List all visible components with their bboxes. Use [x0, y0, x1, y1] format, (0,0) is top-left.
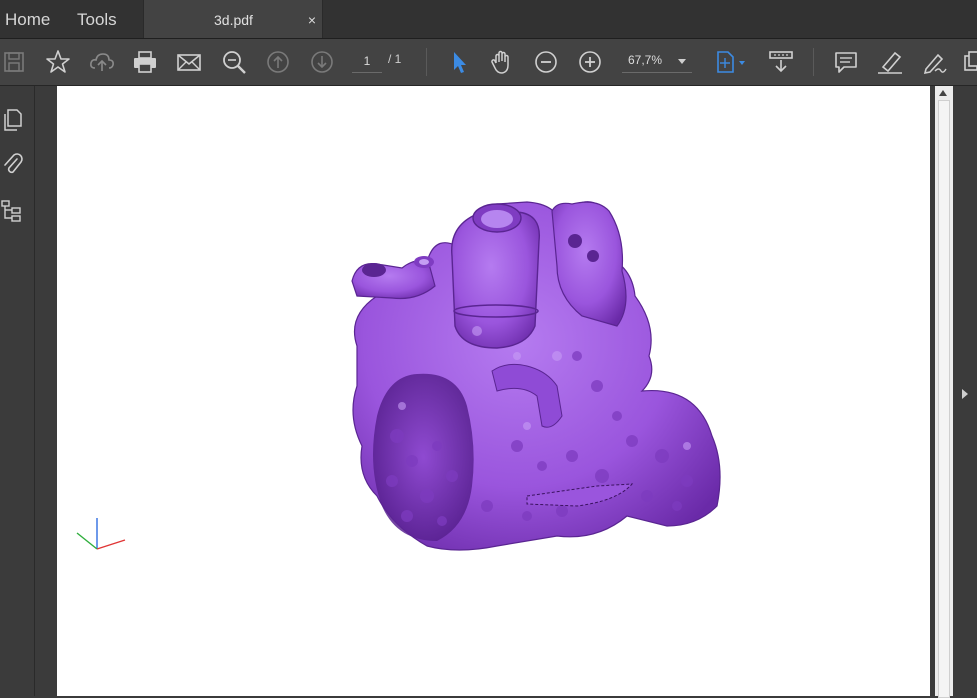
scroll-mode-icon[interactable]	[766, 47, 796, 77]
attachment-icon[interactable]	[0, 150, 26, 178]
next-page-icon[interactable]	[307, 47, 337, 77]
upload-cloud-icon[interactable]	[87, 47, 117, 77]
star-icon[interactable]	[43, 47, 73, 77]
scroll-up-arrow-icon[interactable]	[939, 90, 947, 96]
scroll-thumb[interactable]	[938, 100, 950, 698]
hand-tool-icon[interactable]	[487, 47, 517, 77]
zoom-dropdown[interactable]: 67,7%	[622, 50, 692, 73]
tab-bar: Home Tools 3d.pdf ×	[0, 0, 977, 39]
prev-page-icon[interactable]	[263, 47, 293, 77]
page-number-input[interactable]	[352, 50, 382, 73]
share-icon[interactable]	[960, 47, 977, 77]
comment-icon[interactable]	[831, 47, 861, 77]
document-area	[35, 86, 937, 696]
tab-tools[interactable]: Tools	[77, 0, 117, 38]
vertical-scrollbar[interactable]	[935, 86, 953, 698]
save-icon[interactable]	[0, 47, 30, 77]
right-pane	[953, 86, 977, 696]
3d-heart-model[interactable]	[57, 86, 930, 696]
select-cursor-icon[interactable]	[444, 47, 474, 77]
tab-home[interactable]: Home	[5, 0, 50, 38]
email-icon[interactable]	[174, 47, 204, 77]
tab-document[interactable]: 3d.pdf ×	[143, 0, 323, 38]
bookmarks-icon[interactable]	[0, 198, 26, 226]
toolbar-divider	[813, 48, 814, 76]
document-tab-title: 3d.pdf	[214, 12, 253, 28]
print-icon[interactable]	[130, 47, 160, 77]
toolbar: / 1 67,7%	[0, 39, 977, 86]
find-icon[interactable]	[219, 47, 249, 77]
zoom-value: 67,7%	[628, 53, 663, 67]
navigation-pane	[0, 86, 47, 696]
close-tab-button[interactable]: ×	[308, 0, 316, 40]
page-total: / 1	[388, 52, 402, 66]
zoom-in-icon[interactable]	[575, 47, 605, 77]
toolbar-divider	[426, 48, 427, 76]
pdf-page	[57, 86, 930, 696]
zoom-out-icon[interactable]	[531, 47, 561, 77]
axis-triad-icon	[76, 518, 126, 550]
highlight-icon[interactable]	[875, 47, 905, 77]
chevron-down-icon	[678, 59, 686, 64]
expand-right-pane-button[interactable]	[959, 384, 971, 404]
sign-icon[interactable]	[919, 47, 949, 77]
pages-icon[interactable]	[0, 106, 26, 134]
fit-page-icon[interactable]	[710, 47, 748, 77]
